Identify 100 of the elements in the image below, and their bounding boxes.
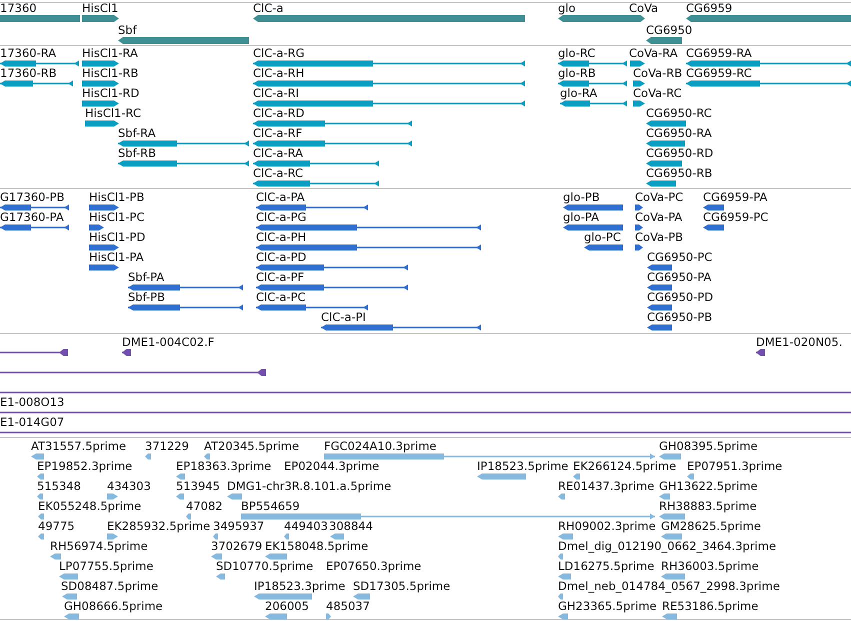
protein-label: CG6950-PA (647, 270, 712, 284)
protein-label: G17360-PA (0, 210, 64, 224)
est-label: EP19852.3prime (37, 460, 132, 472)
protein-label: ClC-a-PA (256, 190, 305, 204)
gene-label: HisCl1 (82, 2, 118, 14)
est-label: RH56974.5prime (50, 540, 148, 552)
protein-label: ClC-a-PH (256, 230, 306, 244)
est-label: AT20345.5prime (204, 440, 300, 452)
transcript-label: glo-RB (558, 66, 596, 80)
transcript-label: Sbf-RB (118, 146, 156, 160)
est-label: GM28625.5prime (661, 520, 761, 532)
est-label: SD10770.5prime (216, 560, 314, 572)
est-label: SD17305.5prime (353, 580, 450, 592)
transcript-label: Sbf-RA (118, 126, 156, 140)
clone-label: DME1-004C02.F (122, 336, 214, 348)
est-label: EP18363.3prime (176, 460, 272, 472)
protein-label: CoVa-PB (635, 230, 684, 244)
transcript-label: CoVa-RB (633, 66, 682, 80)
transcript-label: CoVa-RC (633, 86, 682, 100)
transcript-label: 17360-RB (0, 66, 57, 80)
transcript-label: ClC-a-RF (253, 126, 302, 140)
est-label: 206005 (265, 600, 309, 612)
protein-label: CG6950-PD (647, 290, 714, 304)
gene-label: glo (558, 2, 576, 14)
est-label: 3702679 (211, 540, 262, 552)
protein-label: CG6950-PB (647, 310, 712, 324)
gene-label: CG6950 (646, 24, 692, 36)
est-label: 515348 (37, 480, 81, 492)
protein-label: HisCl1-PA (89, 250, 144, 264)
gene-label: ClC-a (253, 2, 284, 14)
est-label: EP02044.3prime (284, 460, 380, 472)
est-label: RH36003.5prime (661, 560, 759, 572)
transcript-label: glo-RC (558, 46, 596, 60)
transcript-label: HisCl1-RB (82, 66, 138, 80)
protein-label: HisCl1-PD (89, 230, 146, 244)
est-label: AT31557.5prime (31, 440, 126, 452)
protein-label: CG6959-PC (703, 210, 768, 224)
protein-label: ClC-a-PD (256, 250, 306, 264)
transcript-label: ClC-a-RC (253, 166, 304, 180)
est-label: 47082 (186, 500, 223, 512)
est-label: GH08666.5prime (64, 600, 163, 612)
protein-label: HisCl1-PB (89, 190, 144, 204)
protein-label: ClC-a-PF (256, 270, 304, 284)
est-label: IP18523.3prime (254, 580, 346, 592)
transcript-label: CG6959-RC (686, 66, 752, 80)
protein-label: glo-PC (584, 230, 621, 244)
transcript-label: CG6950-RD (646, 146, 714, 160)
protein-label: Sbf-PB (128, 290, 165, 304)
est-label: GH13622.5prime (659, 480, 758, 492)
transcript-label: glo-RA (560, 86, 598, 100)
est-label: 371229 (145, 440, 189, 452)
est-label: RE53186.5prime (662, 600, 758, 612)
transcript-label: ClC-a-RA (253, 146, 303, 160)
transcript-label: 17360-RA (0, 46, 56, 60)
protein-label: glo-PB (563, 190, 600, 204)
est-label: 49775 (38, 520, 75, 532)
transcript-label: CG6959-RA (686, 46, 752, 60)
protein-label: ClC-a-PC (256, 290, 306, 304)
protein-label: G17360-PB (0, 190, 64, 204)
est-label: EK285932.5prime (107, 520, 210, 532)
protein-label: CG6950-PC (647, 250, 712, 264)
est-label: EK158048.5prime (265, 540, 368, 552)
gene-label: CG6959 (686, 2, 732, 14)
transcript-label: CG6950-RC (646, 106, 712, 120)
est-label: Dmel_neb_014784_0567_2998.3prime (558, 580, 780, 592)
transcript-label: HisCl1-RD (82, 86, 140, 100)
est-label: LP07755.5prime (59, 560, 154, 572)
protein-label: HisCl1-PC (89, 210, 144, 224)
gene-label: Sbf (118, 24, 137, 36)
clone-label: E1-014G07 (0, 416, 64, 428)
est-label: EP07951.3prime (687, 460, 782, 472)
transcript-label: CoVa-RA (629, 46, 678, 60)
est-label: RH38883.5prime (659, 500, 757, 512)
protein-label: ClC-a-PG (256, 210, 306, 224)
protein-label: Sbf-PA (128, 270, 164, 284)
est-label: IP18523.5prime (477, 460, 568, 472)
est-label: 434303 (107, 480, 151, 492)
transcript-label: CG6950-RB (646, 166, 712, 180)
protein-label: glo-PA (563, 210, 599, 224)
transcript-label: ClC-a-RI (253, 86, 299, 100)
est-label: GH23365.5prime (558, 600, 657, 612)
clone-label: DME1-020N05. (756, 336, 842, 348)
protein-label: CoVa-PA (635, 210, 682, 224)
est-label: 485037 (326, 600, 370, 612)
est-label: BP554659 (241, 500, 300, 512)
clone-label: E1-008O13 (0, 396, 64, 408)
transcript-label: ClC-a-RH (253, 66, 304, 80)
transcript-label: ClC-a-RD (253, 106, 304, 120)
transcript-label: CG6950-RA (646, 126, 712, 140)
est-label: RH09002.3prime (558, 520, 656, 532)
transcript-label: HisCl1-RC (85, 106, 141, 120)
est-label: Dmel_dig_012190_0662_3464.3prime (558, 540, 776, 552)
est-label: EK055248.5prime (38, 500, 142, 512)
gene-label: 17360 (0, 2, 37, 14)
transcript-label: ClC-a-RG (253, 46, 305, 60)
protein-label: CoVa-PC (635, 190, 684, 204)
est-label: RE01437.3prime (558, 480, 654, 492)
protein-label: CG6959-PA (703, 190, 768, 204)
est-label: FGC024A10.3prime (324, 440, 436, 452)
gene-label: CoVa (629, 2, 658, 14)
